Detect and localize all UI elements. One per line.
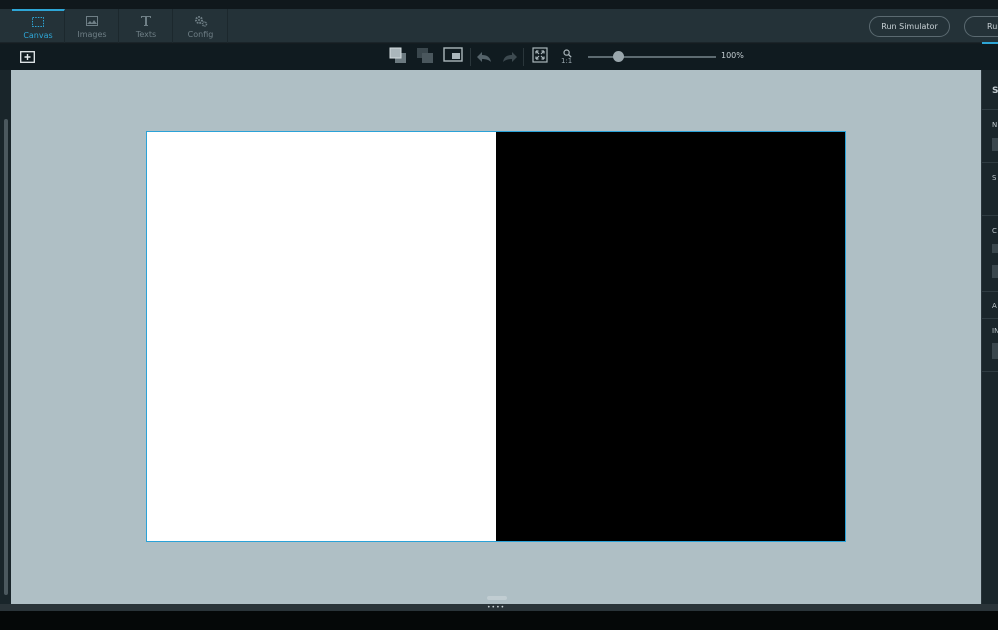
title-strip [0, 0, 998, 9]
add-screen-icon [19, 48, 35, 67]
add-screen-button[interactable] [18, 47, 36, 67]
tab-label: Config [187, 29, 214, 39]
canvas-left-panel[interactable] [147, 132, 496, 541]
canvas-toolbar: 1:1 100% [0, 44, 998, 70]
panel-section-label: A [992, 302, 997, 310]
canvas-right-panel[interactable] [496, 132, 845, 541]
tab-label: Texts [135, 29, 157, 39]
panel-section-label: IN [992, 327, 998, 335]
tab-label: Images [77, 29, 107, 39]
toolbar-divider [523, 48, 524, 66]
tab-canvas[interactable]: Canvas [12, 9, 65, 43]
fit-screen-icon [532, 47, 548, 67]
panel-heading: S [992, 86, 998, 96]
canvas-drag-handle[interactable] [487, 596, 507, 600]
actual-size-button[interactable] [560, 47, 574, 58]
undo-button[interactable] [474, 47, 494, 67]
tab-config[interactable]: Config [174, 9, 228, 43]
actual-size-label: 1:1 [561, 57, 573, 65]
redo-icon [502, 48, 518, 67]
run-button[interactable]: Run [964, 16, 998, 37]
panel-section-label: S [992, 174, 997, 182]
send-to-back-icon [416, 47, 434, 68]
left-scrollbar[interactable] [4, 119, 8, 595]
panel-section-label: N [992, 121, 998, 129]
text-icon [140, 14, 152, 28]
toolbar-divider [470, 48, 471, 66]
redo-button[interactable] [500, 47, 520, 67]
canvas-select-icon [32, 15, 44, 29]
gear-icon [194, 14, 208, 28]
panel-divider [982, 109, 998, 110]
panel-divider [982, 162, 998, 163]
panel-divider [982, 215, 998, 216]
main-tab-bar: Canvas Images Texts Config Run Simulator… [0, 9, 998, 43]
panel-divider [982, 291, 998, 292]
bring-to-front-button[interactable] [388, 47, 408, 67]
fit-to-screen-button[interactable] [530, 47, 550, 67]
send-to-back-button[interactable] [415, 47, 435, 67]
name-field[interactable] [992, 138, 998, 151]
zoom-slider-track[interactable] [588, 56, 716, 58]
panel-select[interactable] [992, 265, 998, 278]
bring-to-front-icon [389, 47, 407, 68]
zoom-level-label: 100% [721, 51, 744, 60]
panel-checkbox[interactable] [992, 244, 998, 253]
bottom-panel [0, 611, 998, 630]
screen-canvas[interactable] [146, 131, 846, 542]
splitter-grip-icon: •••• [487, 604, 506, 611]
run-simulator-button[interactable]: Run Simulator [869, 16, 950, 37]
undo-icon [476, 48, 492, 67]
tab-label: Canvas [23, 30, 53, 40]
panel-section-label: C [992, 227, 997, 235]
tab-texts[interactable]: Texts [120, 9, 173, 43]
image-icon [86, 14, 98, 28]
picture-in-picture-button[interactable] [442, 47, 464, 67]
panel-divider [982, 371, 998, 372]
panel-divider [982, 318, 998, 319]
picture-in-picture-icon [443, 47, 463, 67]
app-window: Canvas Images Texts Config Run Simulator… [0, 0, 998, 630]
panel-input[interactable] [992, 343, 998, 359]
zoom-slider-thumb[interactable] [613, 51, 624, 62]
tab-images[interactable]: Images [66, 9, 119, 43]
